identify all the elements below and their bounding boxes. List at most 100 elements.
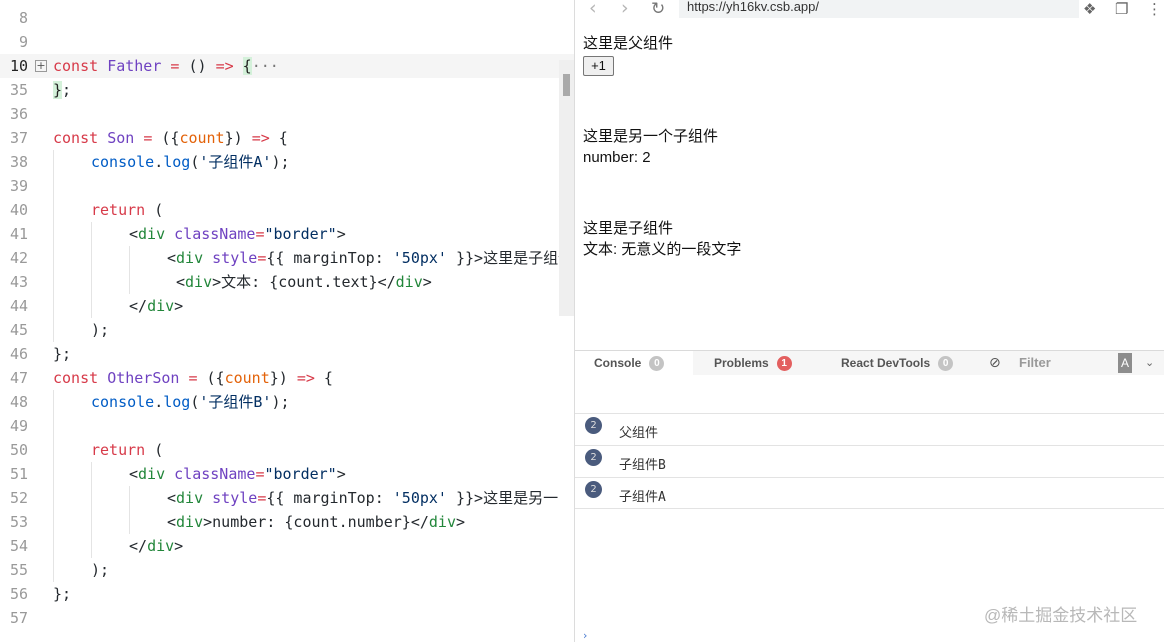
console-prompt-icon[interactable]: › xyxy=(583,629,587,642)
code-line[interactable]: 44 </div> xyxy=(0,294,574,318)
code-line[interactable]: 53 <div>number: {count.number}</div> xyxy=(0,510,574,534)
editor-scrollbar-thumb[interactable] xyxy=(563,74,570,96)
copy-window-icon[interactable]: ❐ xyxy=(1115,0,1128,18)
code-text: const Son = ({count}) => { xyxy=(53,126,288,150)
increment-button[interactable]: +1 xyxy=(583,56,614,76)
code-editor[interactable]: 8 9 10 + const Father = () => {··· 35}; 36 37 co… xyxy=(0,0,574,642)
log-level-icon[interactable]: A xyxy=(1118,353,1132,373)
indent-guide xyxy=(129,270,130,294)
extensions-icon[interactable]: ❖ xyxy=(1083,0,1096,18)
indent-guide xyxy=(91,270,92,294)
code-token: < xyxy=(129,465,139,483)
fold-expand-icon[interactable]: + xyxy=(35,60,47,72)
code-line[interactable]: 57 xyxy=(0,606,574,630)
editor-scrollbar[interactable] xyxy=(559,60,574,316)
code-token: () xyxy=(179,57,216,75)
code-line[interactable]: 54 </div> xyxy=(0,534,574,558)
line-number: 38 xyxy=(9,153,28,171)
code-token: < xyxy=(167,249,177,267)
log-row: 2 父组件 xyxy=(575,413,1164,445)
code-line[interactable]: 51 <div className="border"> xyxy=(0,462,574,486)
code-token: ; xyxy=(62,81,72,99)
indent-guide xyxy=(91,246,92,270)
code-text: <div style={{ marginTop: '50px' }}>这里是子组… xyxy=(167,246,573,270)
code-line[interactable]: 50 return ( xyxy=(0,438,574,462)
tab-console[interactable]: Console 0 xyxy=(594,356,665,372)
code-token: ); xyxy=(91,561,110,579)
line-number: 36 xyxy=(9,105,28,123)
code-token: . xyxy=(154,393,164,411)
chevron-down-icon[interactable]: ⌄ xyxy=(1145,356,1154,369)
code-line[interactable]: 10 + const Father = () => {··· xyxy=(0,54,574,78)
back-arrow-icon[interactable]: ‹ xyxy=(589,0,597,19)
code-line[interactable]: 42 <div style={{ marginTop: '50px' }}>这里是… xyxy=(0,246,574,270)
code-token: => xyxy=(296,369,315,387)
clear-console-icon[interactable]: ⊘ xyxy=(989,355,1001,371)
code-line[interactable]: 8 xyxy=(0,6,574,30)
indent-guide xyxy=(129,246,130,270)
code-line[interactable]: 56}; xyxy=(0,582,574,606)
line-number: 9 xyxy=(18,33,28,51)
tab-react-devtools[interactable]: React DevTools 0 xyxy=(841,356,954,372)
code-line[interactable]: 36 xyxy=(0,102,574,126)
filter-input[interactable]: Filter xyxy=(1019,355,1051,370)
code-line[interactable]: 41 <div className="border"> xyxy=(0,222,574,246)
tab-label: React DevTools xyxy=(841,356,931,370)
log-row: 2 子组件A xyxy=(575,477,1164,509)
son-label: 这里是子组件 xyxy=(583,220,674,237)
indent-guide xyxy=(91,294,92,318)
code-line[interactable]: 9 xyxy=(0,30,574,54)
code-line[interactable]: 47 const OtherSon = ({count}) => { xyxy=(0,366,574,390)
indent-guide xyxy=(53,294,54,318)
indent-guide xyxy=(53,318,54,342)
log-message: 子组件A xyxy=(619,490,666,505)
line-number: 47 xyxy=(9,369,28,387)
code-token: < xyxy=(167,489,177,507)
code-token: ··· xyxy=(251,57,279,75)
indent-guide xyxy=(129,510,130,534)
code-line[interactable]: 37 const Son = ({count}) => { xyxy=(0,126,574,150)
address-bar[interactable]: https://yh16kv.csb.app/ xyxy=(679,0,1079,18)
line-number: 57 xyxy=(9,609,28,627)
code-line[interactable]: 46}; xyxy=(0,342,574,366)
forward-arrow-icon[interactable]: › xyxy=(621,0,629,19)
indent-guide xyxy=(53,390,54,414)
code-line[interactable]: 49 xyxy=(0,414,574,438)
code-line[interactable]: 52 <div style={{ marginTop: '50px' }}>这里是… xyxy=(0,486,574,510)
line-number: 43 xyxy=(9,273,28,291)
line-number: 49 xyxy=(9,417,28,435)
log-row: 2 子组件B xyxy=(575,445,1164,477)
code-token: '子组件A' xyxy=(199,153,272,171)
code-line[interactable]: 39 xyxy=(0,174,574,198)
code-line[interactable]: 43 <div>文本: {count.text}</div> xyxy=(0,270,574,294)
code-line[interactable]: 55); xyxy=(0,558,574,582)
code-line[interactable]: 38 console.log('子组件A'); xyxy=(0,150,574,174)
code-line[interactable]: 40 return ( xyxy=(0,198,574,222)
code-token: "border" xyxy=(264,465,337,483)
code-token: div xyxy=(138,465,166,483)
indent-guide xyxy=(91,462,92,486)
code-text: }; xyxy=(53,582,71,606)
tab-problems[interactable]: Problems 1 xyxy=(714,356,792,372)
line-number: 44 xyxy=(9,297,28,315)
code-token: } xyxy=(53,81,63,99)
code-token: div xyxy=(147,537,175,555)
indent-guide xyxy=(91,510,92,534)
reload-icon[interactable]: ↻ xyxy=(651,0,665,19)
indent-guide xyxy=(53,198,54,222)
line-number: 35 xyxy=(9,81,28,99)
repeat-count-badge: 2 xyxy=(585,449,602,466)
browser-toolbar: ‹ › ↻ https://yh16kv.csb.app/ ❖ ❐ ⋮ xyxy=(575,0,1164,19)
code-line[interactable]: 35}; xyxy=(0,78,574,102)
father-label: 这里是父组件 xyxy=(583,35,674,52)
indent-guide xyxy=(91,222,92,246)
code-line[interactable]: 45); xyxy=(0,318,574,342)
code-line[interactable]: 48 console.log('子组件B'); xyxy=(0,390,574,414)
code-token: return xyxy=(91,201,146,219)
code-text: }; xyxy=(53,342,71,366)
line-number: 53 xyxy=(9,513,28,531)
code-token: ({ xyxy=(152,129,180,147)
more-menu-icon[interactable]: ⋮ xyxy=(1147,0,1162,18)
indent-guide xyxy=(53,150,54,174)
